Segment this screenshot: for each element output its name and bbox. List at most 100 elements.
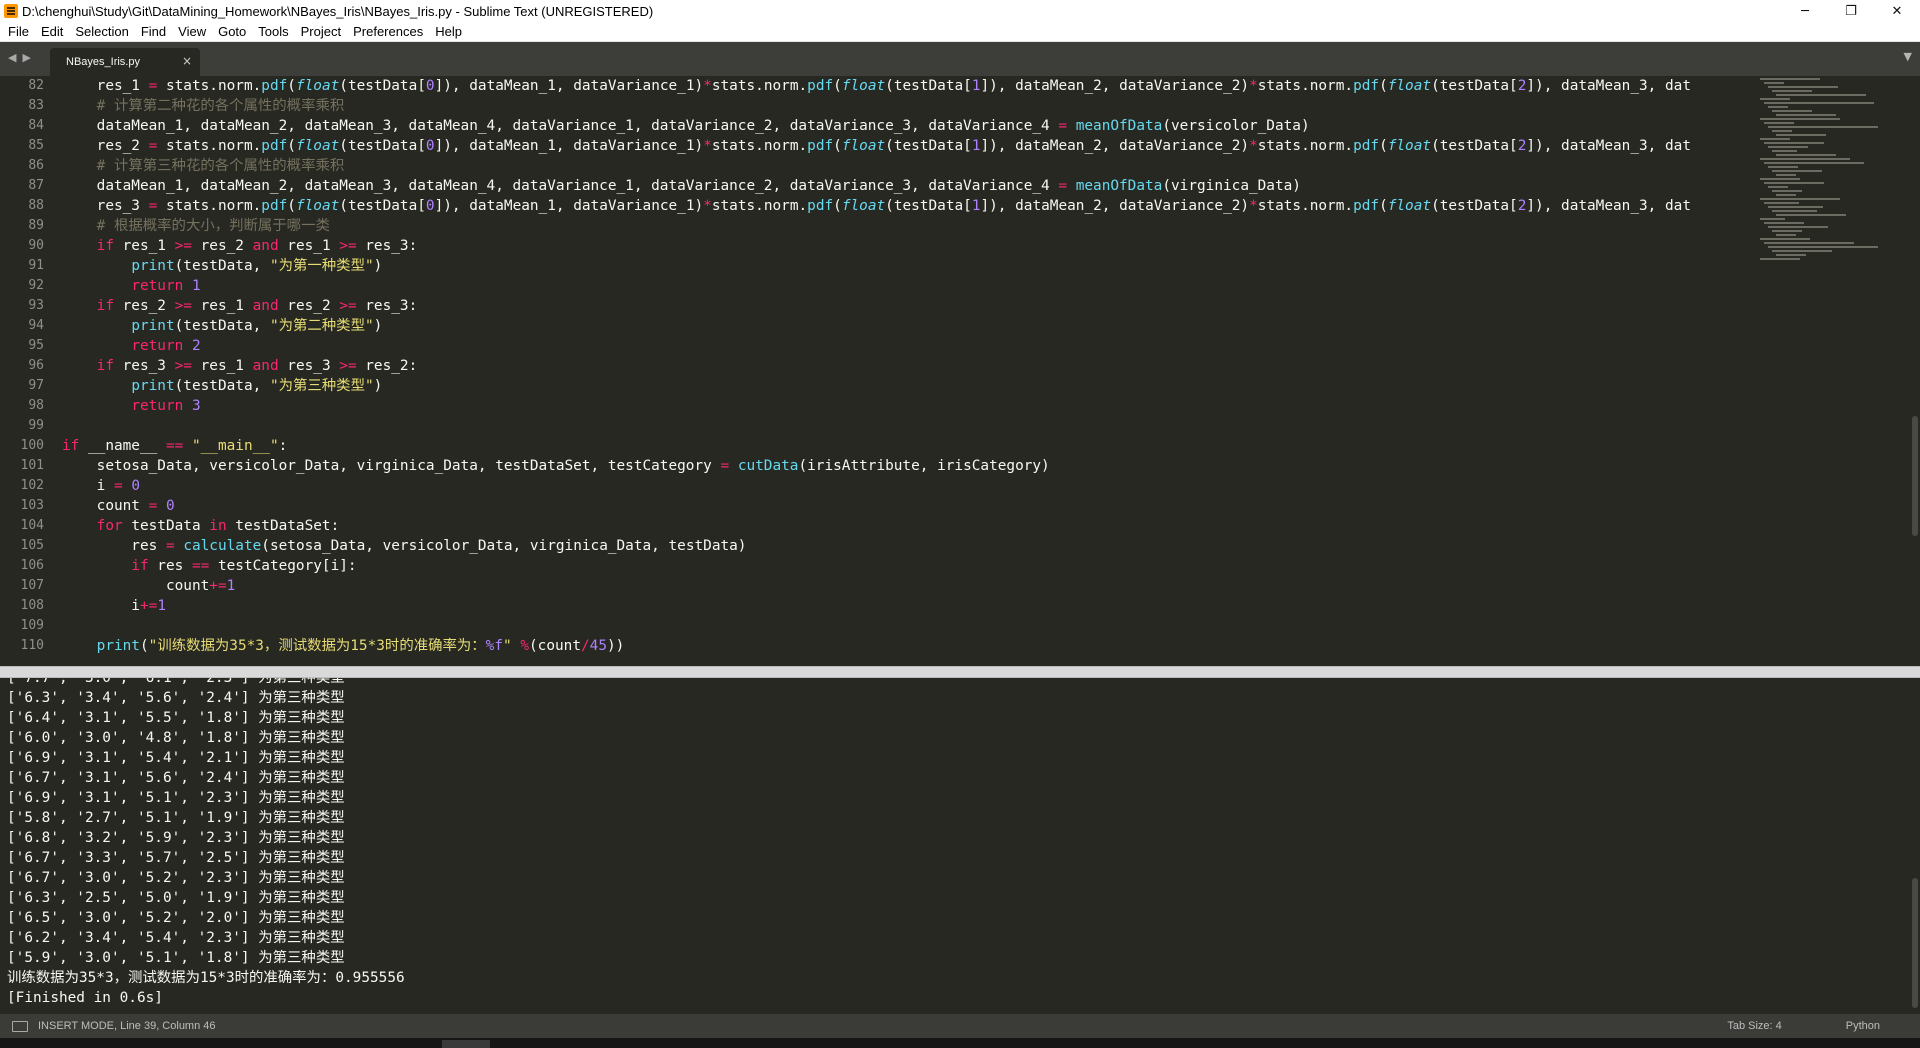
code-line: count+=1 bbox=[62, 578, 236, 594]
output-line: ['5.9', '3.0', '5.1', '1.8'] 为第三种类型 bbox=[7, 950, 345, 966]
maximize-icon[interactable]: ❐ bbox=[1828, 0, 1874, 22]
line-number: 93 bbox=[28, 298, 44, 313]
minimap-line bbox=[1760, 138, 1790, 140]
tab-bar: ◀ ▶ NBayes_Iris.py × ▼ bbox=[0, 42, 1920, 76]
line-number: 96 bbox=[28, 358, 44, 373]
minimap-line bbox=[1772, 130, 1792, 132]
minimap-line bbox=[1764, 182, 1824, 184]
panel-toggle-icon[interactable] bbox=[12, 1020, 28, 1032]
build-output-panel[interactable]: ['7.7', '3.0', '6.1', '2.3'] 为第三种类型 ['6.… bbox=[0, 678, 1920, 1012]
menu-preferences[interactable]: Preferences bbox=[347, 24, 429, 39]
line-number: 109 bbox=[20, 618, 44, 633]
menu-view[interactable]: View bbox=[172, 24, 212, 39]
minimap-line bbox=[1776, 254, 1806, 256]
minimap-line bbox=[1764, 122, 1794, 124]
minimap-line bbox=[1776, 214, 1846, 216]
code-line: # 计算第三种花的各个属性的概率乘积 bbox=[96, 158, 345, 174]
line-number: 101 bbox=[20, 458, 44, 473]
minimap-line bbox=[1776, 114, 1836, 116]
menu-help[interactable]: Help bbox=[429, 24, 468, 39]
code-line: if __name__ == "__main__": bbox=[62, 438, 288, 454]
menu-project[interactable]: Project bbox=[295, 24, 347, 39]
output-line: ['6.8', '3.2', '5.9', '2.3'] 为第三种类型 bbox=[7, 830, 345, 846]
line-number: 108 bbox=[20, 598, 44, 613]
tab-next-icon[interactable]: ▶ bbox=[22, 51, 30, 64]
output-accuracy-line: 训练数据为35*3，测试数据为15*3时的准确率为：0.955556 bbox=[7, 970, 405, 986]
line-number: 103 bbox=[20, 498, 44, 513]
output-line: ['6.9', '3.1', '5.4', '2.1'] 为第三种类型 bbox=[7, 750, 345, 766]
minimap-line bbox=[1764, 162, 1864, 164]
taskbar-active-item[interactable] bbox=[442, 1040, 490, 1048]
minimap-line bbox=[1760, 218, 1785, 220]
status-right: Tab Size: 4 Python bbox=[1727, 1014, 1920, 1038]
minimap[interactable] bbox=[1756, 76, 1906, 660]
minimap-line bbox=[1760, 98, 1790, 100]
line-number: 104 bbox=[20, 518, 44, 533]
line-number: 88 bbox=[28, 198, 44, 213]
minimap-line bbox=[1764, 242, 1854, 244]
menu-file[interactable]: File bbox=[2, 24, 35, 39]
line-number: 100 bbox=[20, 438, 44, 453]
minimap-line bbox=[1772, 210, 1817, 212]
minimap-line bbox=[1760, 78, 1820, 80]
editor-vertical-scroll-thumb[interactable] bbox=[1912, 416, 1918, 536]
output-scroll-thumb[interactable] bbox=[1912, 878, 1918, 1008]
code-editor[interactable]: 82 83 84 85 86 87 88 89 90 91 92 93 94 9… bbox=[0, 76, 1920, 660]
minimap-line bbox=[1768, 186, 1788, 188]
tab-size-indicator[interactable]: Tab Size: 4 bbox=[1727, 1020, 1781, 1032]
line-number: 106 bbox=[20, 558, 44, 573]
tab-close-icon[interactable]: × bbox=[182, 54, 192, 68]
code-line: i = 0 bbox=[62, 478, 140, 494]
minimap-line bbox=[1768, 126, 1878, 128]
minimap-line bbox=[1776, 94, 1866, 96]
menu-bar: File Edit Selection Find View Goto Tools… bbox=[0, 22, 1920, 42]
tab-nbayes-iris[interactable]: NBayes_Iris.py × bbox=[50, 48, 200, 76]
code-line: res = calculate(setosa_Data, versicolor_… bbox=[62, 538, 747, 554]
code-area[interactable]: res_1 = stats.norm.pdf(float(testData[0]… bbox=[62, 76, 1754, 660]
line-number: 92 bbox=[28, 278, 44, 293]
code-line: if res_2 >= res_1 and res_2 >= res_3: bbox=[96, 298, 418, 314]
line-number: 102 bbox=[20, 478, 44, 493]
minimap-line bbox=[1768, 226, 1828, 228]
output-lines: ['7.7', '3.0', '6.1', '2.3'] 为第三种类型 ['6.… bbox=[7, 678, 405, 1008]
minimap-line bbox=[1768, 206, 1823, 208]
window-controls: ─ ❐ ✕ bbox=[1782, 0, 1920, 22]
minimap-line bbox=[1772, 190, 1802, 192]
line-number: 107 bbox=[20, 578, 44, 593]
line-number: 90 bbox=[28, 238, 44, 253]
minimap-line bbox=[1764, 82, 1784, 84]
minimap-line bbox=[1776, 234, 1796, 236]
code-line: res_3 = stats.norm.pdf(float(testData[0]… bbox=[62, 198, 1691, 214]
minimap-line bbox=[1768, 86, 1838, 88]
code-line: dataMean_1, dataMean_2, dataMean_3, data… bbox=[62, 118, 1310, 134]
tab-list-dropdown-icon[interactable]: ▼ bbox=[1904, 50, 1912, 63]
code-line: print("训练数据为35*3，测试数据为15*3时的准确率为：%f" %(c… bbox=[96, 638, 625, 654]
tab-prev-icon[interactable]: ◀ bbox=[8, 51, 16, 64]
line-number: 105 bbox=[20, 538, 44, 553]
code-line: res_2 = stats.norm.pdf(float(testData[0]… bbox=[62, 138, 1691, 154]
menu-selection[interactable]: Selection bbox=[69, 24, 134, 39]
menu-tools[interactable]: Tools bbox=[252, 24, 294, 39]
minimap-line bbox=[1764, 222, 1804, 224]
status-mode-position: INSERT MODE, Line 39, Column 46 bbox=[38, 1020, 216, 1032]
minimap-line bbox=[1776, 194, 1796, 196]
output-line: ['6.3', '3.4', '5.6', '2.4'] 为第三种类型 bbox=[7, 690, 345, 706]
minimize-icon[interactable]: ─ bbox=[1782, 0, 1828, 22]
output-line: ['6.7', '3.0', '5.2', '2.3'] 为第三种类型 bbox=[7, 870, 345, 886]
output-line: ['6.4', '3.1', '5.5', '1.8'] 为第三种类型 bbox=[7, 710, 345, 726]
line-number: 83 bbox=[28, 98, 44, 113]
syntax-indicator[interactable]: Python bbox=[1846, 1020, 1880, 1032]
menu-find[interactable]: Find bbox=[135, 24, 172, 39]
panel-divider[interactable] bbox=[0, 666, 1920, 678]
minimap-line bbox=[1760, 258, 1800, 260]
minimap-line bbox=[1760, 118, 1840, 120]
code-line: res_1 = stats.norm.pdf(float(testData[0]… bbox=[62, 78, 1691, 94]
editor-vertical-scrollbar[interactable] bbox=[1908, 76, 1920, 660]
output-line: ['6.7', '3.3', '5.7', '2.5'] 为第三种类型 bbox=[7, 850, 345, 866]
line-number: 110 bbox=[20, 638, 44, 653]
menu-edit[interactable]: Edit bbox=[35, 24, 69, 39]
minimap-line bbox=[1776, 134, 1826, 136]
close-icon[interactable]: ✕ bbox=[1874, 0, 1920, 22]
menu-goto[interactable]: Goto bbox=[212, 24, 252, 39]
